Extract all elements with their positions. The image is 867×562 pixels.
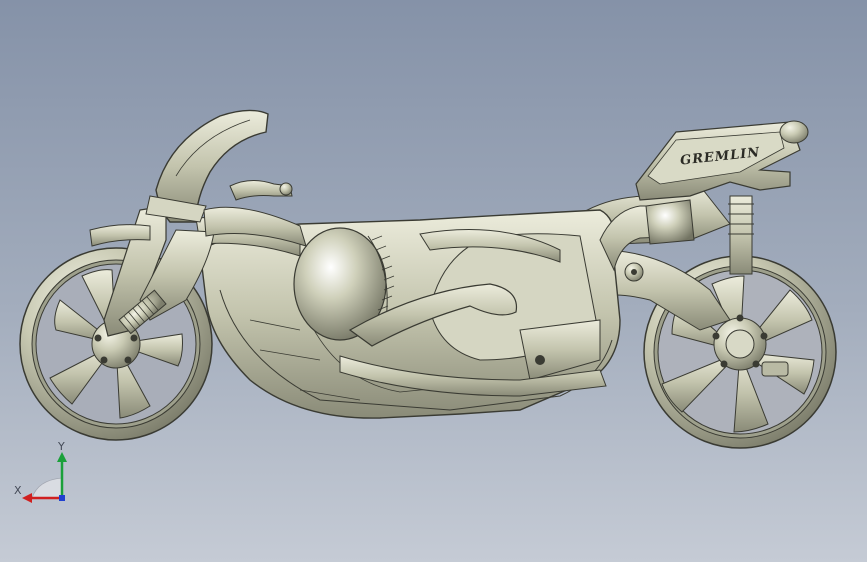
y-axis-label: Y: [57, 440, 65, 453]
front-fairing: [145, 109, 307, 247]
graphics-viewport[interactable]: GREMLIN X Y: [0, 0, 867, 562]
axis-triad: X Y: [14, 440, 67, 503]
z-axis-marker: [59, 495, 65, 501]
triad-plane: [31, 477, 63, 499]
x-axis-label: X: [14, 484, 22, 497]
motorcycle-model[interactable]: GREMLIN: [0, 0, 867, 562]
